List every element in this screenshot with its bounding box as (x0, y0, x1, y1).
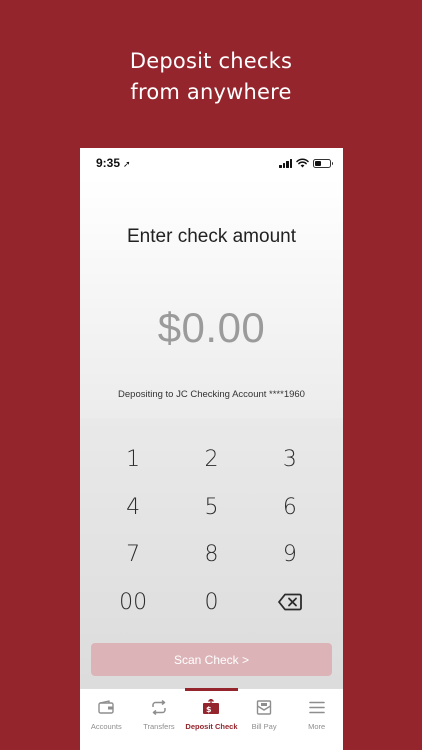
tab-label: Accounts (90, 722, 122, 731)
status-bar: 9:35 ➚ (80, 148, 343, 178)
cellular-signal-icon (279, 158, 292, 168)
tab-accounts[interactable]: Accounts (80, 689, 133, 750)
numeric-keypad: 1 2 3 4 5 6 7 8 9 00 0 (94, 436, 329, 626)
scan-check-button[interactable]: Scan Check > (91, 643, 332, 676)
backspace-key[interactable] (251, 579, 329, 627)
tab-label: Bill Pay (251, 722, 277, 731)
key-4[interactable]: 4 (94, 484, 172, 532)
deposit-account-label[interactable]: Depositing to JC Checking Account ****19… (80, 389, 343, 400)
tab-label: Transfers (143, 722, 175, 731)
tab-bar: Accounts Transfers $ Deposit Check Bill … (80, 688, 343, 750)
key-5[interactable]: 5 (172, 484, 250, 532)
tab-bill-pay[interactable]: Bill Pay (238, 689, 291, 750)
tab-label: Deposit Check (185, 722, 238, 731)
wifi-icon (296, 158, 309, 168)
key-6[interactable]: 6 (251, 484, 329, 532)
menu-icon (306, 697, 328, 717)
key-00[interactable]: 00 (94, 579, 172, 627)
status-time-wrap: 9:35 ➚ (96, 156, 131, 170)
key-9[interactable]: 9 (251, 531, 329, 579)
phone-screen: 9:35 ➚ Enter check amount $0.00 Depositin… (80, 148, 343, 750)
key-7[interactable]: 7 (94, 531, 172, 579)
status-time: 9:35 (96, 156, 121, 170)
location-arrow-icon: ➚ (123, 159, 131, 169)
tab-transfers[interactable]: Transfers (133, 689, 186, 750)
tab-more[interactable]: More (290, 689, 343, 750)
backspace-icon (277, 593, 302, 611)
key-1[interactable]: 1 (94, 436, 172, 484)
key-8[interactable]: 8 (172, 531, 250, 579)
amount-entry-area: Enter check amount $0.00 Depositing to J… (80, 178, 343, 418)
tab-deposit-check[interactable]: $ Deposit Check (185, 688, 238, 750)
headline-line-1: Deposit checks (129, 49, 293, 73)
transfer-arrows-icon (148, 697, 170, 717)
key-3[interactable]: 3 (251, 436, 329, 484)
bill-envelope-icon (253, 697, 275, 717)
deposit-check-icon: $ (200, 697, 222, 717)
tab-label: More (308, 722, 326, 731)
battery-icon (313, 158, 333, 168)
headline-line-2: from anywhere (130, 80, 292, 104)
promo-headline: Deposit checks from anywhere (0, 46, 422, 108)
keypad-area: 1 2 3 4 5 6 7 8 9 00 0 Scan Check > (80, 418, 343, 688)
status-icons (279, 158, 333, 168)
svg-text:$: $ (206, 705, 212, 714)
page-title: Enter check amount (127, 226, 296, 247)
wallet-icon (95, 697, 117, 717)
check-amount-display: $0.00 (157, 304, 266, 351)
key-0[interactable]: 0 (172, 579, 250, 627)
key-2[interactable]: 2 (172, 436, 250, 484)
